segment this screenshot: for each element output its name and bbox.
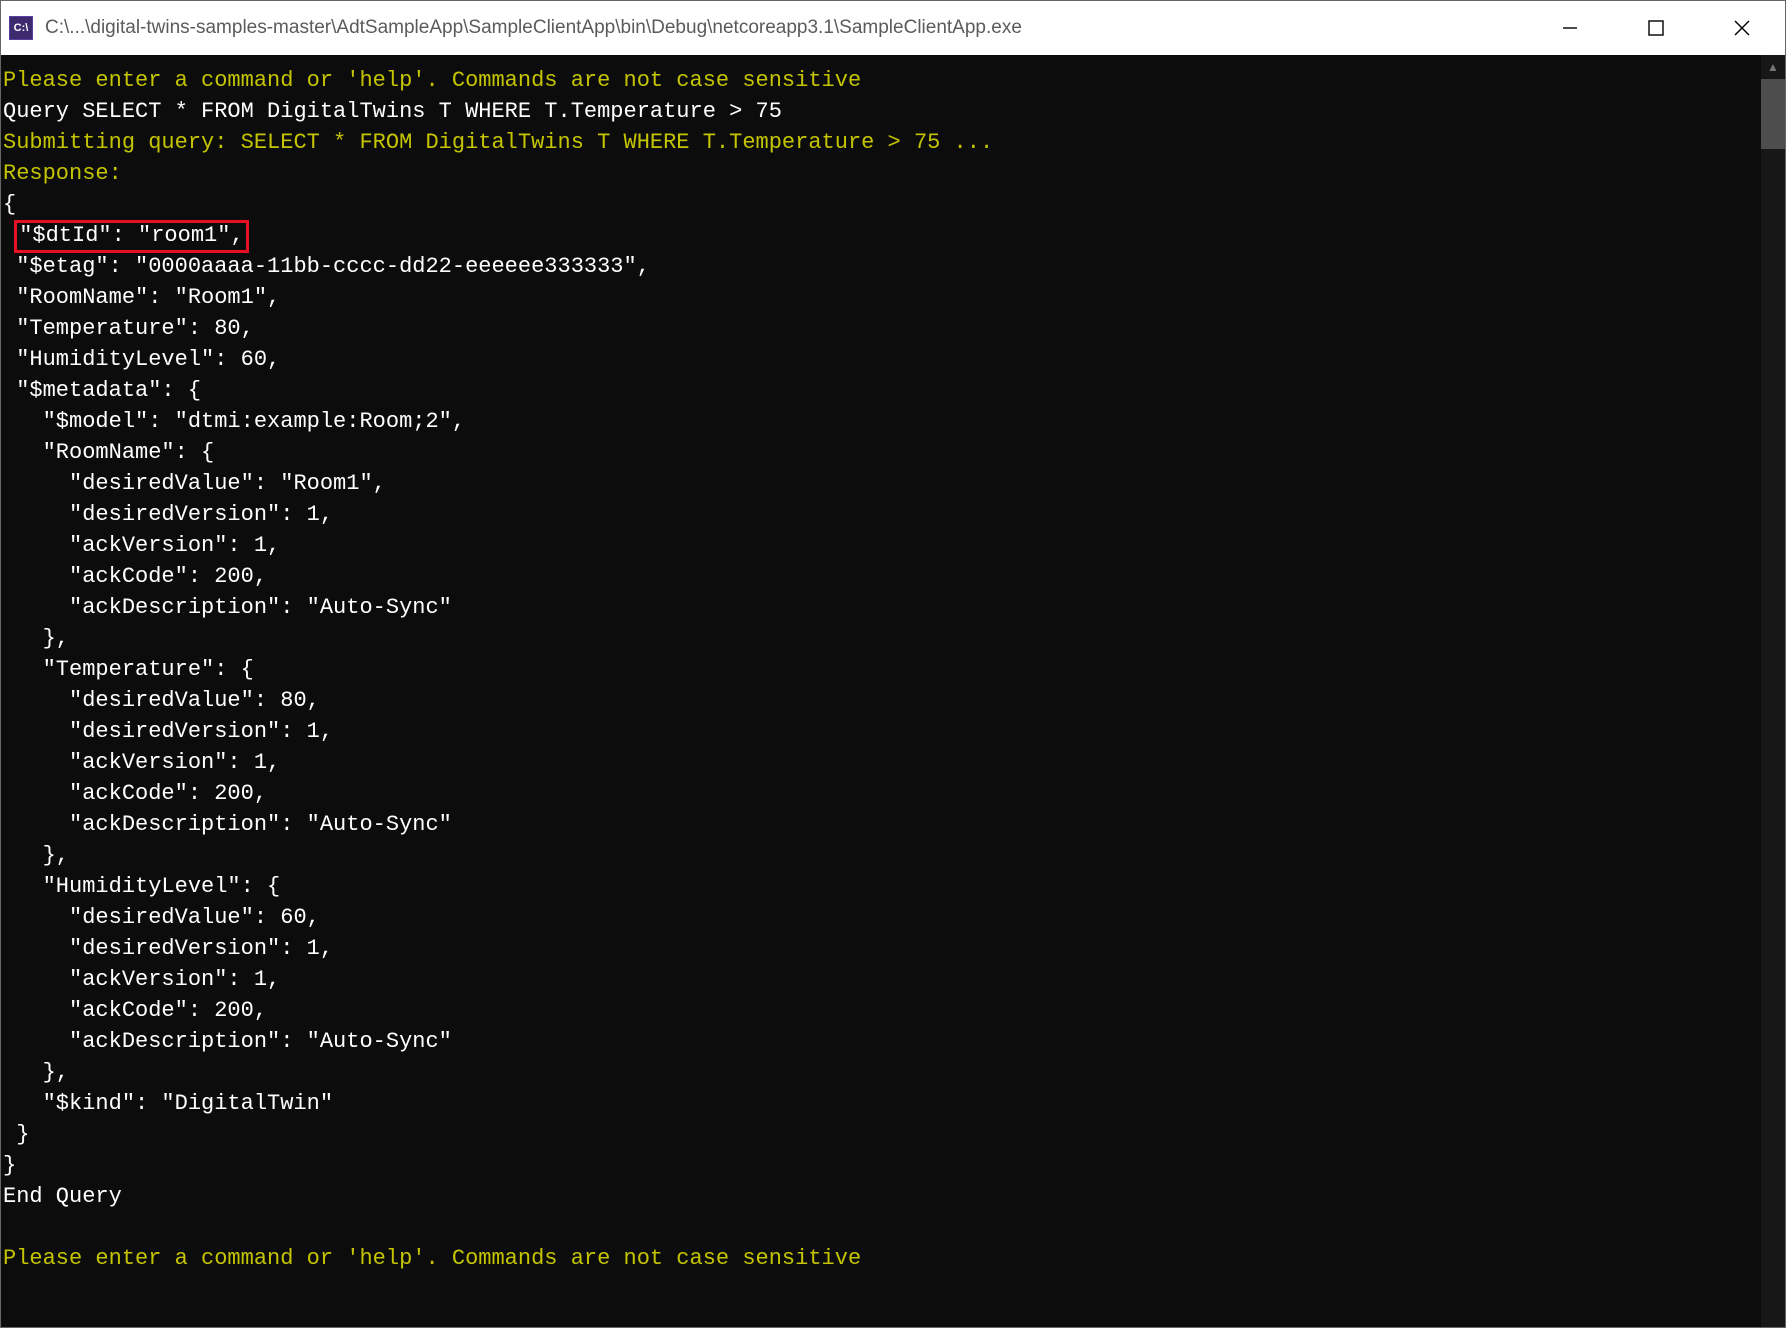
json-line: "desiredVersion": 1, [3,719,333,744]
json-line: "$etag": "0000aaaa-11bb-cccc-dd22-eeeeee… [3,254,650,279]
json-line: }, [3,1060,69,1085]
console-area: Please enter a command or 'help'. Comman… [1,55,1785,1327]
response-label: Response: [3,161,122,186]
window-controls [1527,1,1785,55]
json-line: "ackCode": 200, [3,998,267,1023]
highlighted-dtid-line: "$dtId": "room1", [14,220,248,253]
json-line: "RoomName": { [3,440,214,465]
json-line: "Temperature": 80, [3,316,254,341]
titlebar: C:\ C:\...\digital-twins-samples-master\… [1,1,1785,55]
json-line: "ackVersion": 1, [3,967,280,992]
json-line: "desiredVersion": 1, [3,502,333,527]
app-window: C:\ C:\...\digital-twins-samples-master\… [0,0,1786,1328]
close-icon [1733,19,1751,37]
json-line: }, [3,843,69,868]
json-line: "ackDescription": "Auto-Sync" [3,595,452,620]
json-line: "$model": "dtmi:example:Room;2", [3,409,465,434]
json-line: } [3,1122,29,1147]
json-line: }, [3,626,69,651]
json-line: "desiredValue": 80, [3,688,320,713]
json-line: "HumidityLevel": 60, [3,347,280,372]
json-line: "$kind": "DigitalTwin" [3,1091,333,1116]
scroll-up-arrow-icon[interactable]: ▲ [1761,55,1785,79]
json-line: "$metadata": { [3,378,201,403]
json-line: "desiredValue": 60, [3,905,320,930]
json-line: "ackVersion": 1, [3,533,280,558]
json-line: "HumidityLevel": { [3,874,280,899]
window-title: C:\...\digital-twins-samples-master\AdtS… [45,17,1527,39]
console-output[interactable]: Please enter a command or 'help'. Comman… [1,55,1761,1327]
app-icon: C:\ [9,16,33,40]
prompt-line: Please enter a command or 'help'. Comman… [3,1246,861,1271]
submitting-line: Submitting query: SELECT * FROM DigitalT… [3,130,993,155]
minimize-button[interactable] [1527,1,1613,55]
query-line: Query SELECT * FROM DigitalTwins T WHERE… [3,99,782,124]
maximize-button[interactable] [1613,1,1699,55]
minimize-icon [1561,19,1579,37]
close-button[interactable] [1699,1,1785,55]
json-line: "desiredValue": "Room1", [3,471,386,496]
json-line: "desiredVersion": 1, [3,936,333,961]
json-brace-close: } [3,1153,16,1178]
vertical-scrollbar[interactable]: ▲ [1761,55,1785,1327]
json-line: "ackDescription": "Auto-Sync" [3,812,452,837]
json-line: "ackCode": 200, [3,781,267,806]
maximize-icon [1647,19,1665,37]
end-query-line: End Query [3,1184,122,1209]
json-line: "ackVersion": 1, [3,750,280,775]
json-brace-open: { [3,192,16,217]
prompt-line: Please enter a command or 'help'. Comman… [3,68,861,93]
json-line: "RoomName": "Room1", [3,285,280,310]
json-line: "ackCode": 200, [3,564,267,589]
json-line: "ackDescription": "Auto-Sync" [3,1029,452,1054]
scrollbar-thumb[interactable] [1761,79,1785,149]
json-line: "Temperature": { [3,657,254,682]
